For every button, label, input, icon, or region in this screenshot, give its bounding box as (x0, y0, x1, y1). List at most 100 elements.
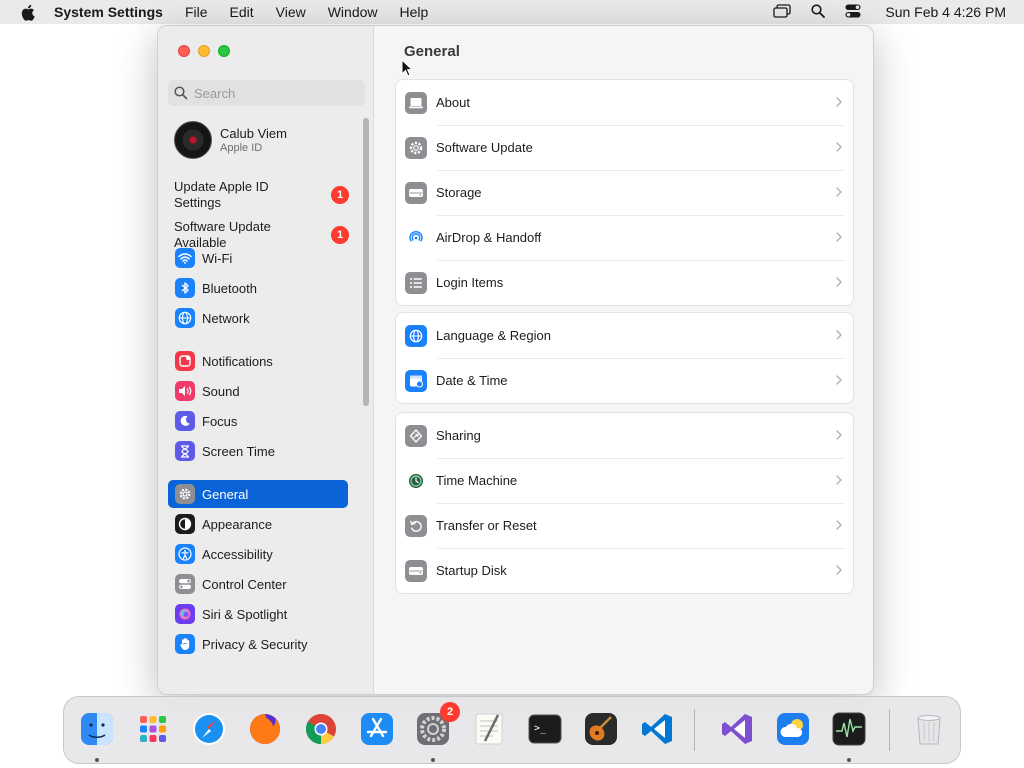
mouse-cursor-icon (401, 59, 413, 77)
row-label: Time Machine (436, 473, 518, 488)
notice-update-apple-id[interactable]: Update Apple ID Settings 1 (174, 179, 349, 211)
sidebar-item-general[interactable]: General (168, 480, 348, 508)
row-login-items[interactable]: Login Items (396, 260, 853, 305)
sidebar: Search Calub Viem Apple ID Update Apple … (158, 26, 374, 694)
row-date-time[interactable]: Date & Time (396, 358, 853, 403)
control-center-icon[interactable] (845, 4, 861, 21)
sharing-icon (405, 424, 427, 447)
dock-finder-icon[interactable] (74, 706, 120, 752)
row-startup-disk[interactable]: Startup Disk (396, 548, 853, 593)
dock-vscode-icon[interactable] (634, 706, 680, 752)
menu-view[interactable]: View (276, 4, 306, 20)
chevron-right-icon (836, 565, 842, 575)
airdrop-icon (405, 226, 427, 249)
sidebar-item-notifications[interactable]: Notifications (168, 347, 348, 375)
time-machine-icon (405, 469, 427, 492)
menu-file[interactable]: File (185, 4, 208, 20)
sidebar-item-label: Siri & Spotlight (202, 606, 288, 622)
row-time-machine[interactable]: Time Machine (396, 458, 853, 503)
globe-icon (175, 308, 195, 328)
spotlight-search-icon[interactable] (811, 3, 826, 21)
dock-appstore-icon[interactable] (354, 706, 400, 752)
dock-safari-icon[interactable] (186, 706, 232, 752)
profile-name: Calub Viem (220, 126, 287, 141)
sidebar-item-label: General (202, 486, 249, 502)
menu-window[interactable]: Window (328, 4, 378, 20)
calendar-clock-icon (405, 369, 427, 392)
row-language-region[interactable]: Language & Region (396, 313, 853, 358)
dock-weather-icon[interactable] (770, 706, 816, 752)
search-field[interactable]: Search (168, 80, 365, 106)
dock-notification-badge: 2 (440, 702, 460, 722)
row-label: About (436, 95, 470, 110)
dock-textedit-icon[interactable] (466, 706, 512, 752)
gear-icon (175, 484, 195, 504)
zoom-button[interactable] (218, 45, 230, 57)
row-storage[interactable]: Storage (396, 170, 853, 215)
sidebar-scrollbar[interactable] (363, 118, 369, 406)
settings-group: About Software Update Storage AirDrop & Han… (395, 79, 854, 306)
menu-edit[interactable]: Edit (230, 4, 254, 20)
row-software-update[interactable]: Software Update (396, 125, 853, 170)
settings-group: Language & Region Date & Time (395, 312, 854, 404)
screen-mirroring-icon[interactable] (773, 3, 792, 21)
sidebar-item-label: Sound (202, 383, 240, 399)
dock-separator (889, 709, 890, 751)
chevron-right-icon (836, 142, 842, 152)
moon-icon (175, 411, 195, 431)
sidebar-item-label: Network (202, 310, 250, 326)
row-about[interactable]: About (396, 80, 853, 125)
bluetooth-icon (175, 278, 195, 298)
menu-bar: System Settings File Edit View Window He… (0, 0, 1024, 24)
menu-help[interactable]: Help (400, 4, 429, 20)
dock-guitar-icon[interactable] (578, 706, 624, 752)
apple-id-profile[interactable]: Calub Viem Apple ID (174, 120, 359, 160)
sidebar-item-sound[interactable]: Sound (168, 377, 348, 405)
sidebar-item-network[interactable]: Network (168, 304, 348, 332)
minimize-button[interactable] (198, 45, 210, 57)
sidebar-item-siri-spotlight[interactable]: Siri & Spotlight (168, 600, 348, 628)
menu-clock[interactable]: Sun Feb 4 4:26 PM (885, 4, 1006, 20)
apple-menu-icon[interactable] (19, 4, 35, 21)
dock-trash-icon[interactable] (906, 706, 952, 752)
chevron-right-icon (836, 475, 842, 485)
sidebar-item-accessibility[interactable]: Accessibility (168, 540, 348, 568)
dock-activity-icon[interactable] (826, 706, 872, 752)
hourglass-icon (175, 441, 195, 461)
hand-icon (175, 634, 195, 654)
dock-firefox-icon[interactable] (242, 706, 288, 752)
row-label: Login Items (436, 275, 504, 290)
row-sharing[interactable]: Sharing (396, 413, 853, 458)
dock-chrome-icon[interactable] (298, 706, 344, 752)
sidebar-item-control-center[interactable]: Control Center (168, 570, 348, 598)
dock-launchpad-icon[interactable] (130, 706, 176, 752)
globe-icon (405, 324, 427, 347)
window-controls (178, 45, 230, 57)
sidebar-item-screen-time[interactable]: Screen Time (168, 437, 348, 465)
toggles-icon (175, 574, 195, 594)
chevron-right-icon (836, 330, 842, 340)
sidebar-item-focus[interactable]: Focus (168, 407, 348, 435)
sidebar-item-appearance[interactable]: Appearance (168, 510, 348, 538)
row-label: Startup Disk (436, 563, 507, 578)
sidebar-item-privacy-security[interactable]: Privacy & Security (168, 630, 348, 658)
sidebar-item-label: Notifications (202, 353, 273, 369)
row-airdrop-handoff[interactable]: AirDrop & Handoff (396, 215, 853, 260)
settings-window: Search Calub Viem Apple ID Update Apple … (157, 25, 874, 695)
dock-visualstudio-icon[interactable] (714, 706, 760, 752)
sidebar-item-label: Control Center (202, 576, 287, 592)
speaker-icon (175, 381, 195, 401)
sidebar-item-bluetooth[interactable]: Bluetooth (168, 274, 348, 302)
dock: 2 >_ (63, 696, 961, 764)
sidebar-item-wi-fi[interactable]: Wi-Fi (168, 244, 348, 272)
notification-badge: 1 (331, 226, 349, 244)
dock-terminal-icon[interactable]: >_ (522, 706, 568, 752)
menu-app-name[interactable]: System Settings (54, 4, 163, 20)
sidebar-item-label: Bluetooth (202, 280, 257, 296)
row-label: Date & Time (436, 373, 508, 388)
row-label: Transfer or Reset (436, 518, 537, 533)
close-button[interactable] (178, 45, 190, 57)
chevron-right-icon (836, 430, 842, 440)
row-transfer-or-reset[interactable]: Transfer or Reset (396, 503, 853, 548)
accessibility-icon (175, 544, 195, 564)
